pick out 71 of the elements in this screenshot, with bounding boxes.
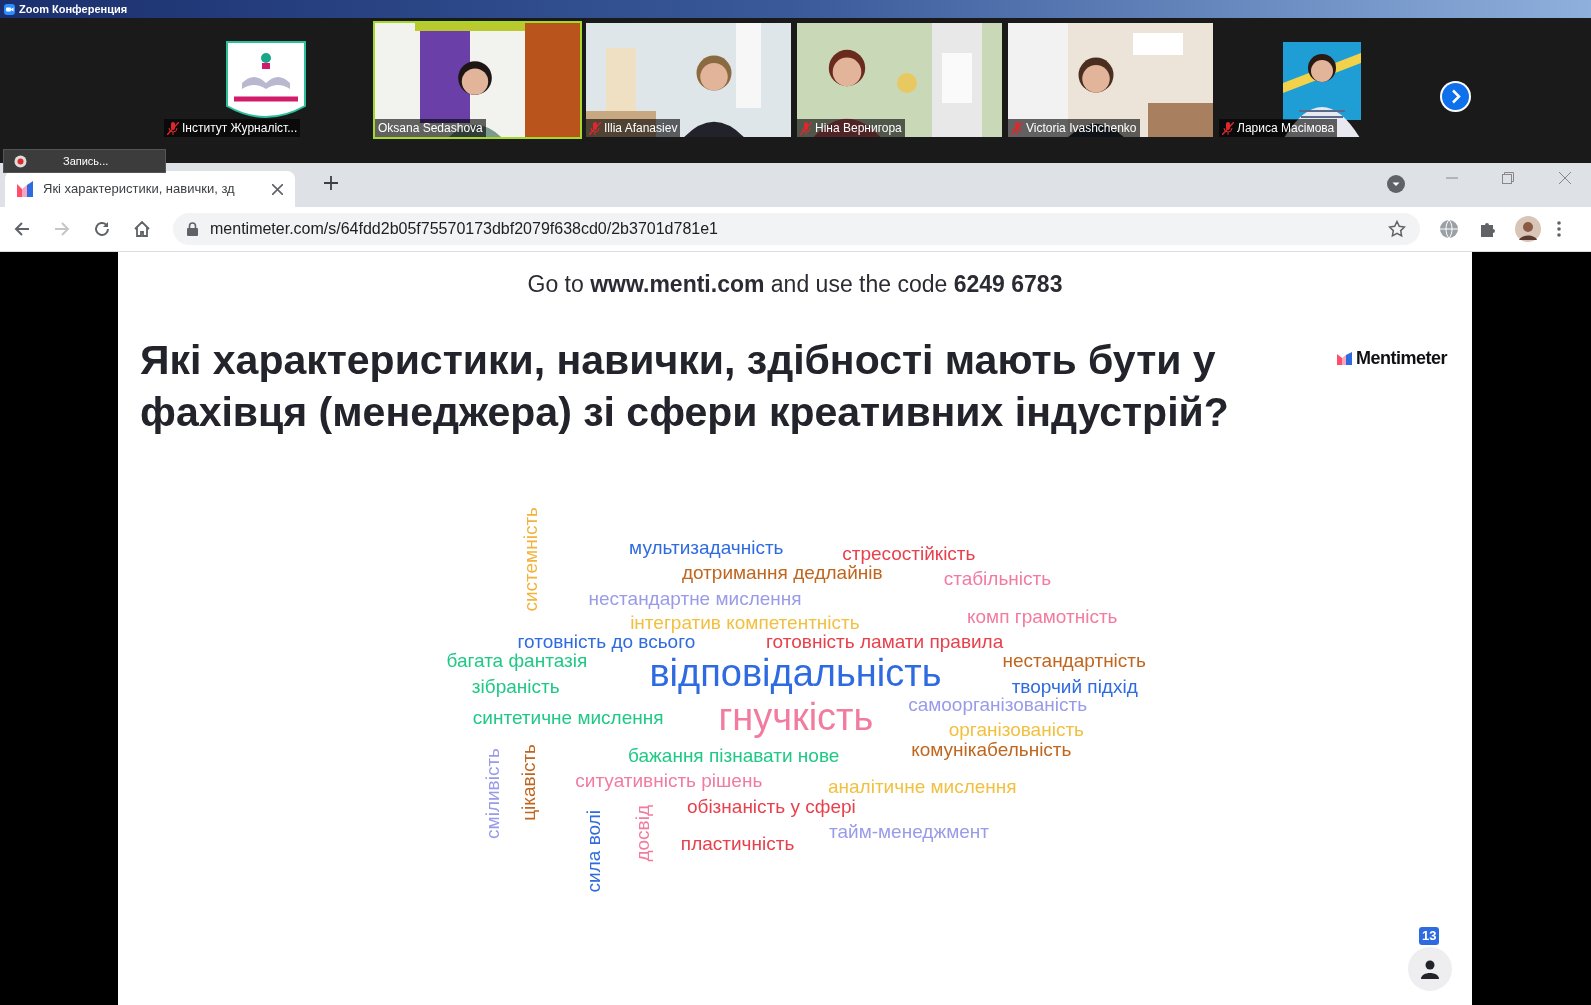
bookmark-star-icon[interactable] bbox=[1388, 220, 1406, 238]
cloud-word: багата фантазія bbox=[446, 651, 588, 671]
cloud-word: аналітичне мислення bbox=[828, 777, 1017, 797]
mentimeter-logo: Mentimeter bbox=[1337, 345, 1448, 372]
cloud-word: обізнаність у сфері bbox=[686, 796, 856, 816]
cloud-word: сила волі bbox=[584, 809, 604, 893]
cloud-word: стресостійкість bbox=[842, 543, 976, 563]
cloud-word: комунікабельність bbox=[911, 739, 1072, 759]
cloud-word: готовність ламати правила bbox=[766, 632, 1004, 652]
url-text: mentimeter.com/s/64fdd2b05f75570173dbf2079f638cd0/2b3701d781e1 bbox=[210, 219, 718, 239]
extensions-puzzle-icon[interactable] bbox=[1479, 220, 1497, 238]
cloud-word: синтетичне мислення bbox=[472, 708, 664, 728]
reload-icon[interactable] bbox=[93, 220, 111, 238]
participant-name: Oksana Sedashova bbox=[378, 120, 483, 137]
cloud-word: готовність до всього bbox=[517, 632, 696, 652]
cloud-word: тайм-менеджмент bbox=[829, 821, 989, 841]
cloud-word: організованість bbox=[948, 720, 1084, 740]
cloud-word: нестандартність bbox=[1002, 651, 1146, 671]
mentimeter-mark-icon bbox=[1337, 352, 1352, 365]
participant-count-badge: 13 bbox=[1419, 927, 1440, 945]
close-icon[interactable] bbox=[1559, 172, 1571, 184]
video-tile[interactable]: Illia Afanasiev bbox=[584, 21, 793, 139]
participant-name: Інститут Журналіст... bbox=[182, 120, 298, 137]
new-tab-icon[interactable] bbox=[323, 175, 339, 191]
favicon-icon bbox=[17, 181, 33, 197]
participants-button[interactable] bbox=[1408, 947, 1452, 991]
back-icon[interactable] bbox=[13, 220, 31, 238]
home-icon[interactable] bbox=[133, 220, 151, 238]
chevron-right-icon bbox=[1442, 83, 1469, 110]
video-tile[interactable]: Oksana Sedashova bbox=[373, 21, 582, 139]
tab-search-icon[interactable] bbox=[1387, 175, 1405, 193]
participant-name: Victoria Ivashchenko bbox=[1026, 120, 1137, 137]
cloud-word: ситуативність рішень bbox=[575, 771, 763, 791]
cloud-word: стабільність bbox=[943, 569, 1052, 589]
menu-dots-icon[interactable] bbox=[1557, 221, 1561, 237]
record-dot-icon bbox=[14, 154, 27, 168]
next-page-button[interactable] bbox=[1440, 81, 1471, 112]
recording-indicator[interactable]: Запись... bbox=[3, 149, 166, 173]
recording-label: Запись... bbox=[63, 153, 109, 169]
cloud-word: сміливість bbox=[483, 747, 502, 839]
address-bar[interactable]: mentimeter.com/s/64fdd2b05f75570173dbf2079f638cd0/2b3701d781e1 bbox=[173, 213, 1420, 245]
question-title: Які характеристики, навички, здібності мають бути у фахівця (менеджера) зі сфери креативних індустрій? bbox=[140, 336, 1230, 437]
person-icon bbox=[1421, 959, 1439, 979]
cloud-word: мультизадачність bbox=[629, 537, 784, 557]
close-tab-icon[interactable] bbox=[272, 183, 283, 195]
instructions-text: Go to www.menti.com and use the code 6249 6783 bbox=[526, 270, 1064, 299]
cloud-word: досвід bbox=[633, 804, 653, 862]
video-tile[interactable]: Ніна Вернигора bbox=[795, 21, 1004, 139]
video-tile[interactable]: Victoria Ivashchenko bbox=[1006, 21, 1215, 139]
cloud-word: бажання пізнавати нове bbox=[628, 745, 840, 765]
cloud-word: відповідальність bbox=[649, 654, 942, 693]
cloud-word: системність bbox=[520, 507, 540, 612]
cloud-word: комп грамотність bbox=[967, 606, 1118, 626]
cloud-word: зібраність bbox=[471, 676, 560, 696]
cloud-word: гнучкість bbox=[718, 698, 874, 737]
restore-icon[interactable] bbox=[1502, 172, 1514, 184]
participant-name: Illia Afanasiev bbox=[604, 120, 678, 137]
cloud-word: цікавість bbox=[518, 743, 538, 821]
participant-name: Ніна Вернигора bbox=[815, 120, 902, 137]
browser-tab[interactable]: Які характеристики, навички, зд bbox=[5, 171, 295, 207]
cloud-word: творчий підхід bbox=[1011, 676, 1138, 696]
cloud-word: дотримання дедлайнів bbox=[681, 563, 883, 583]
cloud-word: нестандартне мислення bbox=[588, 588, 802, 608]
profile-avatar-icon[interactable] bbox=[1515, 216, 1541, 242]
cloud-word: інтегратив компетентність bbox=[630, 612, 860, 632]
zoom-logo-icon bbox=[4, 3, 15, 15]
window-title: Zoom Конференция bbox=[19, 1, 128, 17]
globe-icon[interactable] bbox=[1439, 219, 1459, 239]
lock-icon bbox=[187, 222, 198, 236]
cloud-word: пластичність bbox=[680, 834, 795, 854]
participant-name: Лариса Масімова bbox=[1237, 120, 1335, 137]
